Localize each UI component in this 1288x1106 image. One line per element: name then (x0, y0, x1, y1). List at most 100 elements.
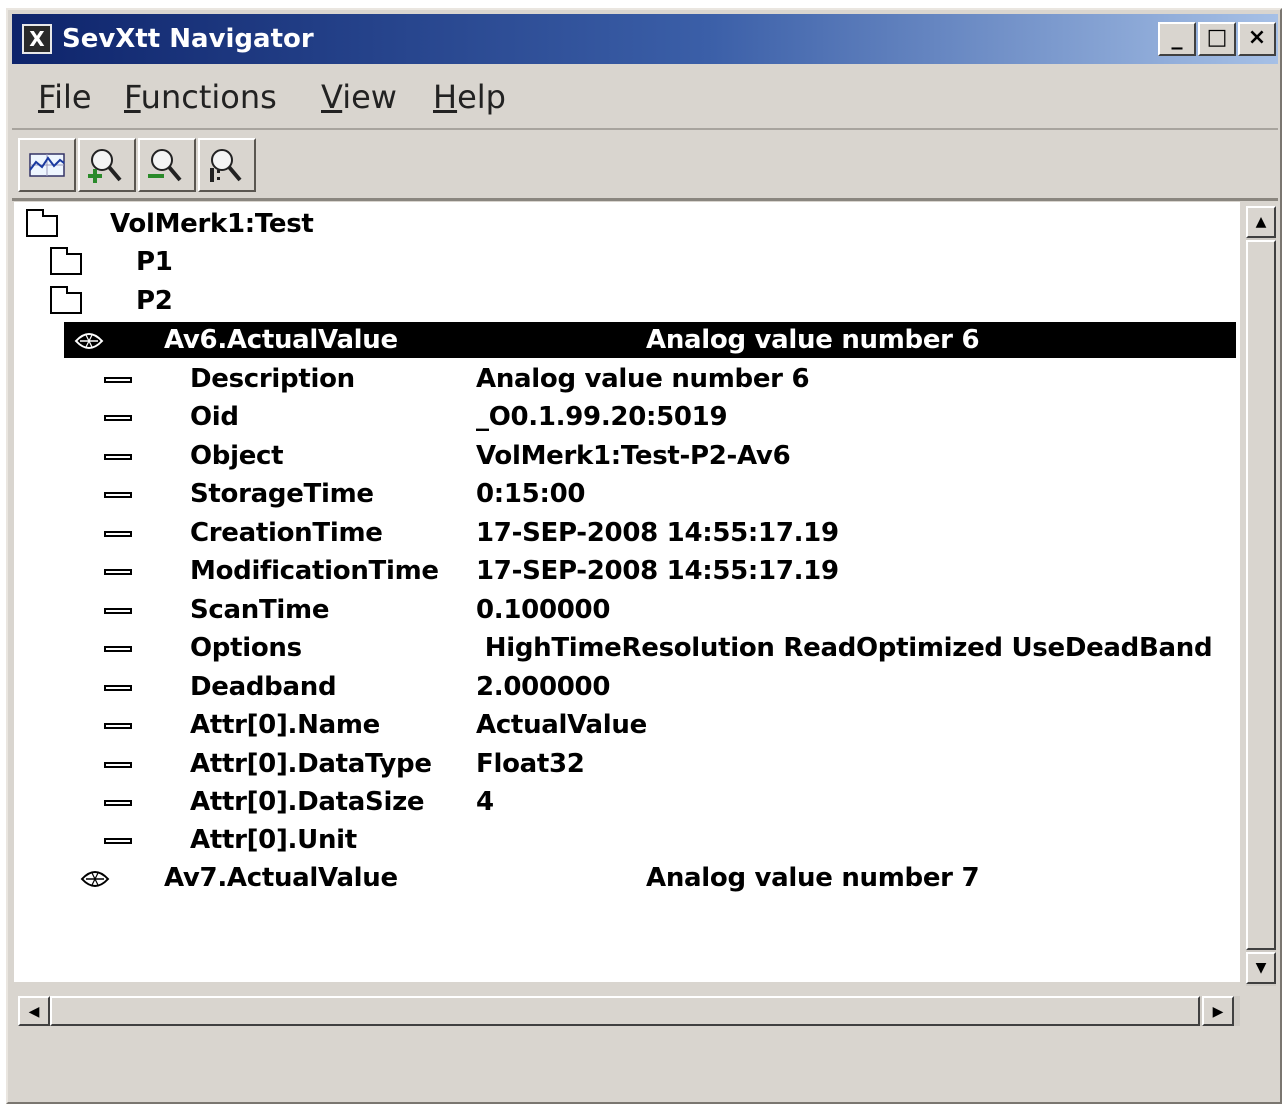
attribute-name: Attr[0].DataType (190, 749, 432, 779)
tree-row-attribute[interactable]: Options HighTimeResolution ReadOptimized… (14, 630, 1240, 668)
minimize-button[interactable]: _ (1158, 22, 1196, 56)
attribute-name: Attr[0].DataSize (190, 787, 425, 817)
leaf-object-icon (74, 333, 104, 349)
tree-row-root[interactable]: VolMerk1:Test (14, 206, 1240, 244)
attribute-value: HighTimeResolution ReadOptimized UseDead… (476, 633, 1213, 663)
attribute-name: CreationTime (190, 518, 383, 548)
menu-bar: File Functions View Help (12, 66, 1278, 130)
zoom-out-icon (148, 149, 182, 182)
tree-node-label: Av7.ActualValue (164, 863, 398, 893)
attribute-value: Float32 (476, 749, 585, 779)
menu-functions-label: unctions (140, 78, 277, 116)
horizontal-scrollbar[interactable]: ◀ ▶ (18, 996, 1240, 1026)
folder-icon (26, 209, 58, 237)
zoom-in-button[interactable] (78, 138, 136, 192)
menu-file-label: ile (54, 78, 92, 116)
tree-node-label: P1 (136, 247, 173, 277)
close-button[interactable]: × (1238, 22, 1276, 56)
zoom-reset-icon (210, 149, 242, 182)
attribute-value: 4 (476, 787, 494, 817)
tree-row-attribute[interactable]: Attr[0].Name ActualValue (14, 707, 1240, 745)
scroll-left-button[interactable]: ◀ (18, 996, 50, 1026)
attribute-name: Oid (190, 402, 239, 432)
tree-row-attribute[interactable]: CreationTime 17-SEP-2008 14:55:17.19 (14, 515, 1240, 553)
maximize-button[interactable]: □ (1198, 22, 1236, 56)
tree-row-av7[interactable]: Av7.ActualValue Analog value number 7 (14, 860, 1240, 898)
tree-node-label: VolMerk1:Test (110, 209, 314, 239)
menu-view-mnemonic: V (321, 78, 343, 116)
tree-row-attribute[interactable]: Oid _O0.1.99.20:5019 (14, 399, 1240, 437)
attribute-icon (104, 608, 132, 614)
menu-view-label: iew (342, 78, 397, 116)
tree-row-av6[interactable]: Av6.ActualValue Analog value number 6 (14, 322, 1240, 360)
tree-row-p1[interactable]: P1 (14, 244, 1240, 282)
trend-button[interactable] (18, 138, 76, 192)
tree-row-attribute[interactable]: Attr[0].DataType Float32 (14, 746, 1240, 784)
attribute-name: Description (190, 364, 355, 394)
menu-view[interactable]: View (321, 78, 397, 116)
attribute-icon (104, 492, 132, 498)
tree-row-attribute[interactable]: Object VolMerk1:Test-P2-Av6 (14, 438, 1240, 476)
navigator-tree[interactable]: VolMerk1:Test P1 P2 Av6.ActualValue Anal… (14, 202, 1240, 982)
attribute-value: Analog value number 6 (476, 364, 810, 394)
attribute-name: Attr[0].Name (190, 710, 380, 740)
toolbar (12, 132, 1278, 201)
attribute-value: _O0.1.99.20:5019 (476, 402, 728, 432)
tree-row-attribute[interactable]: Description Analog value number 6 (14, 361, 1240, 399)
attribute-icon (104, 723, 132, 729)
tree-node-description: Analog value number 6 (646, 325, 980, 355)
menu-file[interactable]: File (38, 78, 92, 116)
attribute-icon (104, 762, 132, 768)
folder-icon (50, 286, 82, 314)
zoom-reset-button[interactable] (198, 138, 256, 192)
attribute-icon (104, 646, 132, 652)
tree-row-attribute[interactable]: StorageTime 0:15:00 (14, 476, 1240, 514)
zoom-in-icon (88, 149, 122, 183)
attribute-icon (104, 454, 132, 460)
vertical-scrollbar[interactable]: ▲ ▼ (1246, 206, 1276, 986)
attribute-icon (104, 377, 132, 383)
scroll-up-button[interactable]: ▲ (1246, 206, 1276, 238)
attribute-icon (104, 838, 132, 844)
attribute-value: 0:15:00 (476, 479, 586, 509)
scroll-down-button[interactable]: ▼ (1246, 952, 1276, 984)
attribute-value: 2.000000 (476, 672, 611, 702)
tree-row-attribute[interactable]: Deadband 2.000000 (14, 669, 1240, 707)
folder-icon (50, 247, 82, 275)
attribute-icon (104, 685, 132, 691)
tree-node-label: P2 (136, 286, 173, 316)
menu-file-mnemonic: F (38, 78, 55, 116)
menu-help[interactable]: Help (433, 78, 506, 116)
attribute-value: VolMerk1:Test-P2-Av6 (476, 441, 791, 471)
attribute-value: 0.100000 (476, 595, 611, 625)
tree-row-attribute[interactable]: Attr[0].DataSize 4 (14, 784, 1240, 822)
vertical-scroll-thumb[interactable] (1246, 240, 1276, 950)
window-title: SevXtt Navigator (62, 24, 314, 54)
title-bar[interactable]: X SevXtt Navigator _ □ × (12, 14, 1278, 64)
zoom-out-button[interactable] (138, 138, 196, 192)
menu-functions[interactable]: Functions (124, 78, 277, 116)
attribute-icon (104, 569, 132, 575)
attribute-name: Options (190, 633, 302, 663)
tree-row-attribute[interactable]: ModificationTime 17-SEP-2008 14:55:17.19 (14, 553, 1240, 591)
leaf-object-icon (80, 871, 110, 887)
tree-node-description: Analog value number 7 (646, 863, 980, 893)
attribute-name: Attr[0].Unit (190, 825, 357, 855)
horizontal-scroll-thumb[interactable] (50, 996, 1200, 1026)
attribute-icon (104, 800, 132, 806)
attribute-name: Deadband (190, 672, 337, 702)
app-icon: X (22, 24, 52, 54)
menu-help-label: elp (457, 78, 506, 116)
tree-row-attribute[interactable]: Attr[0].Unit (14, 822, 1240, 860)
scroll-right-button[interactable]: ▶ (1202, 996, 1234, 1026)
attribute-value: 17-SEP-2008 14:55:17.19 (476, 556, 839, 586)
attribute-icon (104, 415, 132, 421)
tree-row-attribute[interactable]: ScanTime 0.100000 (14, 592, 1240, 630)
attribute-value: 17-SEP-2008 14:55:17.19 (476, 518, 839, 548)
tree-row-p2[interactable]: P2 (14, 283, 1240, 321)
trend-curve-icon (29, 153, 65, 177)
menu-help-mnemonic: H (433, 78, 458, 116)
attribute-name: ModificationTime (190, 556, 439, 586)
attribute-name: Object (190, 441, 284, 471)
attribute-value: ActualValue (476, 710, 647, 740)
